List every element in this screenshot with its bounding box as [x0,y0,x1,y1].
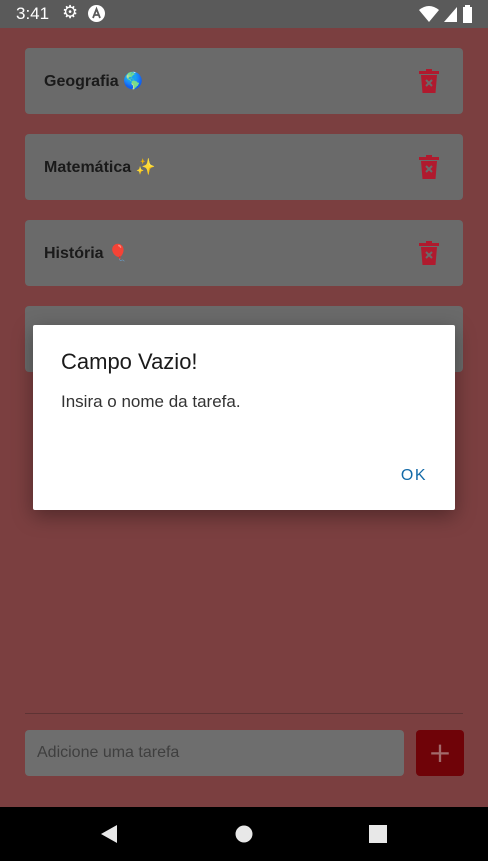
trash-icon[interactable] [419,241,439,265]
task-label-text: Geografia [44,73,119,90]
task-label: História 🎈 [44,220,128,286]
task-label: Geografia 🌎 [44,48,143,114]
ok-button[interactable]: OK [401,467,427,485]
task-emoji: 🎈 [108,243,128,262]
dialog-title: Campo Vazio! [61,349,198,374]
back-icon[interactable] [99,824,119,844]
recents-icon[interactable] [368,824,388,844]
trash-icon[interactable] [419,155,439,179]
signal-icon [443,7,457,22]
task-label-text: Matemática [44,159,132,176]
battery-icon [463,5,472,23]
task-item[interactable]: Geografia 🌎 [25,48,463,114]
status-time: 3:41 [16,4,50,23]
wifi-icon [419,6,440,22]
status-bar: 3:41 ⚙ [0,0,488,28]
task-emoji: 🌎 [123,71,144,90]
home-icon[interactable] [234,824,254,844]
trash-icon[interactable] [419,69,439,93]
add-task-button[interactable]: + [416,730,464,776]
status-right-icons [419,5,474,23]
divider [25,713,463,714]
task-item[interactable]: História 🎈 [25,220,463,286]
task-emoji: ✨ [135,157,156,176]
task-label: Matemática ✨ [44,134,156,200]
navigation-bar [0,807,488,861]
add-task-input[interactable] [25,730,404,776]
alert-dialog: Campo Vazio! Insira o nome da tarefa. OK [33,325,455,510]
task-item[interactable]: Matemática ✨ [25,134,463,200]
dialog-message: Insira o nome da tarefa. [61,392,241,411]
app-a-icon [88,5,105,22]
task-label-text: História [44,245,104,262]
gear-icon: ⚙ [62,2,79,23]
